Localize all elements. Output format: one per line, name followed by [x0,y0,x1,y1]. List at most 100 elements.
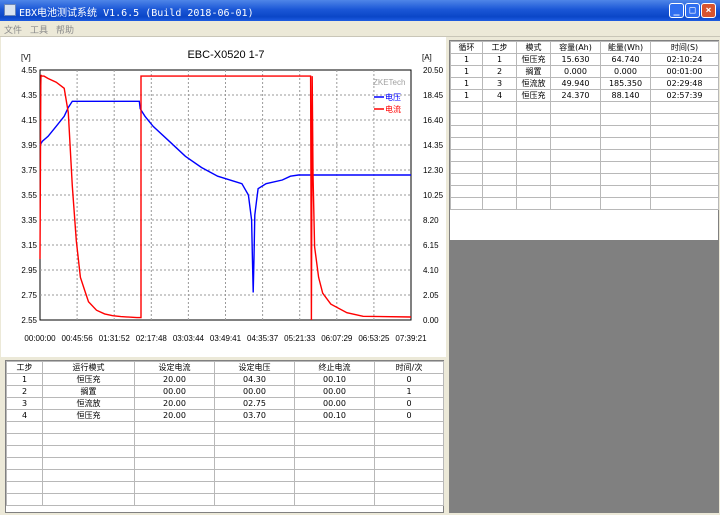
steps-table-cell [42,457,135,470]
summary-table-cell: 恒压充 [516,89,551,102]
steps-table-cell: 4 [6,409,43,422]
summary-table-cell [550,173,601,186]
summary-table-cell [600,173,651,186]
x-tick-label: 02:17:48 [136,334,168,343]
steps-table-cell [6,433,43,446]
right-unit-label: [A] [422,53,432,62]
steps-header-cell[interactable]: 工步 [6,361,43,374]
steps-table-cell [214,433,295,446]
steps-table-cell: 03.70 [214,409,295,422]
y-right-tick-label: 18.45 [423,91,444,100]
summary-empty-area [449,241,719,513]
steps-table-cell [42,421,135,434]
steps-table-cell [374,457,444,470]
minimize-button[interactable]: _ [669,3,684,18]
steps-table-row[interactable]: 3 恒流放 20.00 02.75 00.00 0 [6,397,444,410]
menu-tools[interactable]: 工具 [30,23,48,36]
summary-table-cell [600,113,651,126]
steps-table-cell [214,493,295,506]
summary-table-row[interactable]: 1 3 恒流放 49.940 185.350 02:29:48 [450,77,719,90]
steps-table-cell [6,457,43,470]
steps-table-cell [6,445,43,458]
summary-table-cell [450,161,483,174]
summary-table-cell [650,137,719,150]
y-left-tick-label: 4.15 [21,116,37,125]
steps-header-cell[interactable]: 设定电压 [214,361,295,374]
summary-table-cell [516,101,551,114]
x-tick-label: 04:35:37 [247,334,279,343]
left-unit-label: [V] [21,53,31,62]
summary-table-cell [650,197,719,210]
steps-table-cell: 3 [6,397,43,410]
steps-table-cell [134,433,215,446]
menu-help[interactable]: 帮助 [56,23,74,36]
steps-table-cell [374,445,444,458]
y-right-tick-label: 0.00 [423,316,439,325]
maximize-button[interactable]: □ [685,3,700,18]
steps-table-cell: 00.10 [294,373,375,386]
summary-table-cell [600,125,651,138]
y-right-tick-label: 2.05 [423,291,439,300]
summary-table-cell [450,113,483,126]
steps-header-cell[interactable]: 时间/次 [374,361,444,374]
summary-table-cell: 49.940 [550,77,601,90]
summary-table-cell [600,101,651,114]
steps-table-cell [214,481,295,494]
x-tick-label: 06:07:29 [321,334,353,343]
steps-table-row[interactable]: 2 搁置 00.00 00.00 00.00 1 [6,385,444,398]
summary-table-row[interactable]: 1 4 恒压充 24.370 88.140 02:57:39 [450,89,719,102]
summary-table-cell [516,149,551,162]
app-icon [4,4,16,16]
steps-table-cell [374,421,444,434]
summary-header-cell[interactable]: 时间(S) [650,41,719,54]
steps-table-cell: 恒流放 [42,397,135,410]
steps-empty-row [6,445,444,458]
summary-header-cell[interactable]: 循环 [450,41,483,54]
summary-header-cell[interactable]: 模式 [516,41,551,54]
steps-table-cell [134,481,215,494]
x-tick-label: 00:00:00 [24,334,56,343]
steps-empty-row [6,421,444,434]
menu-file[interactable]: 文件 [4,23,22,36]
steps-table-cell [6,469,43,482]
summary-empty-row [450,149,719,162]
steps-header-cell[interactable]: 设定电流 [134,361,215,374]
steps-header-cell[interactable]: 运行模式 [42,361,135,374]
steps-table-cell [294,421,375,434]
y-left-tick-label: 4.55 [21,66,37,75]
summary-table-cell [550,101,601,114]
steps-empty-row [6,469,444,482]
window-title: EBX电池测试系统 V1.6.5 (Build 2018-06-01) [19,8,254,19]
summary-table-cell [450,197,483,210]
summary-table-cell: 02:10:24 [650,53,719,66]
close-button[interactable]: × [701,3,716,18]
summary-table-row[interactable]: 1 1 恒压充 15.630 64.740 02:10:24 [450,53,719,66]
steps-table-cell [294,469,375,482]
steps-header-cell[interactable]: 终止电流 [294,361,375,374]
steps-table-row[interactable]: 4 恒压充 20.00 03.70 00.10 0 [6,409,444,422]
summary-table-cell [550,113,601,126]
steps-table-cell: 00.00 [214,385,295,398]
steps-table-cell [214,445,295,458]
summary-table-cell [516,161,551,174]
summary-table: 循环 工步 模式 容量(Ah) 能量(Wh) 时间(S) 1 1 恒压充 15.630 64.74… [450,41,719,210]
steps-table-cell [374,481,444,494]
summary-table-cell [482,113,517,126]
legend-label-voltage: 电压 [385,92,401,102]
steps-table-cell [42,445,135,458]
x-tick-label: 05:21:33 [284,334,316,343]
y-right-tick-label: 12.30 [423,166,444,175]
y-right-tick-label: 20.50 [423,66,444,75]
x-tick-label: 03:03:44 [173,334,205,343]
steps-table-cell [294,481,375,494]
summary-table-cell [450,149,483,162]
summary-table-cell: 02:57:39 [650,89,719,102]
summary-table-cell [516,173,551,186]
summary-header-cell[interactable]: 工步 [482,41,517,54]
summary-header-cell[interactable]: 容量(Ah) [550,41,601,54]
summary-header-cell[interactable]: 能量(Wh) [600,41,651,54]
summary-table-row[interactable]: 1 2 搁置 0.000 0.000 00:01:00 [450,65,719,78]
x-tick-label: 03:49:41 [210,334,242,343]
summary-table-cell: 185.350 [600,77,651,90]
steps-table-row[interactable]: 1 恒压充 20.00 04.30 00.10 0 [6,373,444,386]
